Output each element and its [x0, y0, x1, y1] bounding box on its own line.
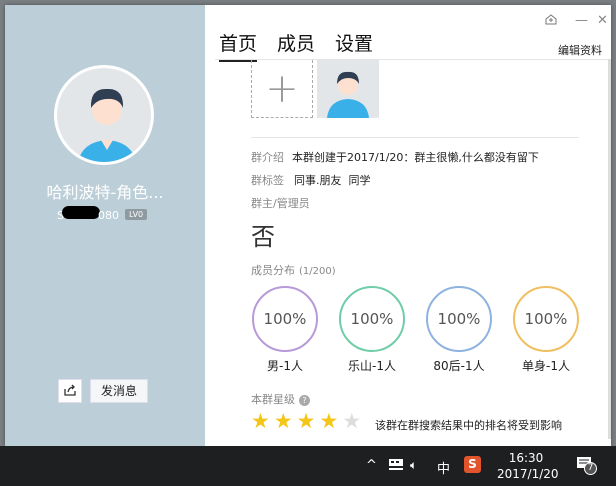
distribution-caption: 80后-1人 [433, 359, 485, 373]
notification-icon[interactable]: 7 [576, 456, 597, 475]
group-tags: 群标签 同事.朋友 同学 [251, 172, 371, 188]
edit-profile-link[interactable]: 编辑资料 [558, 42, 602, 58]
distribution-value: 100% [339, 286, 405, 352]
help-icon[interactable]: ? [299, 395, 310, 406]
tab-bar: 首页 成员 设置 [219, 29, 373, 62]
distribution-value: 100% [426, 286, 492, 352]
distribution-caption: 单身-1人 [522, 359, 570, 373]
clock[interactable]: 16:30 2017/1/20 [497, 450, 559, 482]
group-intro: 群介绍 本群创建于2017/1/20：群主很懒,什么都没有留下 [251, 149, 539, 165]
star-filled-icon: ★ [273, 409, 293, 433]
send-message-button[interactable]: 发消息 [90, 379, 149, 403]
tab-home[interactable]: 首页 [219, 29, 258, 62]
profile-name: 哈利波特-角色... [46, 183, 164, 202]
star-filled-icon: ★ [319, 409, 339, 433]
add-member-button[interactable]: + [251, 60, 313, 118]
network-icon[interactable] [388, 458, 404, 475]
level-badge: LV0 [124, 208, 148, 220]
rating-label: 本群星级 [251, 393, 295, 406]
plus-icon: + [265, 65, 299, 112]
admin-avatar[interactable]: 否 [251, 217, 275, 252]
star-rating: ★ ★ ★ ★ ★ [251, 409, 362, 433]
taskbar: ^ 🔈︎ 中 S 16:30 2017/1/20 7 [0, 446, 616, 486]
minimize-button[interactable]: — [575, 13, 588, 28]
intro-label: 群介绍 [251, 151, 284, 164]
distribution-region[interactable]: 100% 乐山-1人 [339, 286, 405, 374]
distribution-status[interactable]: 100% 单身-1人 [513, 286, 579, 374]
rating-note: 该群在群搜索结果中的排名将受到影响 [375, 419, 562, 432]
distribution-caption: 男-1人 [267, 359, 303, 373]
time: 16:30 [508, 451, 544, 465]
notification-count: 7 [584, 462, 597, 475]
profile-id: S 080 LV0 [57, 206, 148, 222]
avatar[interactable] [54, 65, 154, 165]
ime-indicator[interactable]: 中 [437, 458, 450, 477]
star-filled-icon: ★ [296, 409, 316, 433]
tags-text: 同事.朋友 同学 [294, 174, 371, 187]
divider [251, 137, 579, 138]
tab-settings[interactable]: 设置 [335, 29, 373, 62]
sogou-icon[interactable]: S [464, 456, 481, 473]
distribution-value: 100% [513, 286, 579, 352]
profile-sidebar: 哈利波特-角色... S 080 LV0 发消息 [5, 5, 205, 446]
show-hidden-icons[interactable]: ^ [366, 458, 377, 473]
id-suffix: 080 [97, 209, 119, 222]
distribution-age[interactable]: 100% 80后-1人 [426, 286, 492, 374]
tags-label: 群标签 [251, 174, 284, 187]
share-icon [63, 382, 77, 401]
scrollbar[interactable] [608, 59, 611, 439]
redaction [61, 206, 100, 219]
close-button[interactable]: ✕ [597, 13, 608, 28]
group-profile-window: 哈利波特-角色... S 080 LV0 发消息 首页 成员 设置 — ✕ 编辑资… [5, 5, 611, 446]
member-avatar[interactable] [317, 60, 379, 118]
distribution-gender[interactable]: 100% 男-1人 [252, 286, 318, 374]
star-empty-icon: ★ [342, 409, 362, 433]
home-icon[interactable] [545, 13, 557, 29]
intro-text: 本群创建于2017/1/20：群主很懒,什么都没有留下 [292, 151, 539, 164]
share-button[interactable] [58, 379, 82, 403]
distribution-caption: 乐山-1人 [348, 359, 396, 373]
distribution-label: 成员分布 [251, 264, 295, 277]
distribution-count: (1/200) [299, 266, 336, 277]
star-filled-icon: ★ [251, 409, 270, 433]
admins-label: 群主/管理员 [251, 197, 310, 210]
date: 2017/1/20 [497, 467, 559, 481]
distribution-value: 100% [252, 286, 318, 352]
volume-icon[interactable]: 🔈︎ [410, 458, 417, 473]
tab-members[interactable]: 成员 [277, 29, 315, 62]
member-distribution: 100% 男-1人 100% 乐山-1人 100% 80后-1人 100% 单身-1人 [252, 286, 579, 374]
